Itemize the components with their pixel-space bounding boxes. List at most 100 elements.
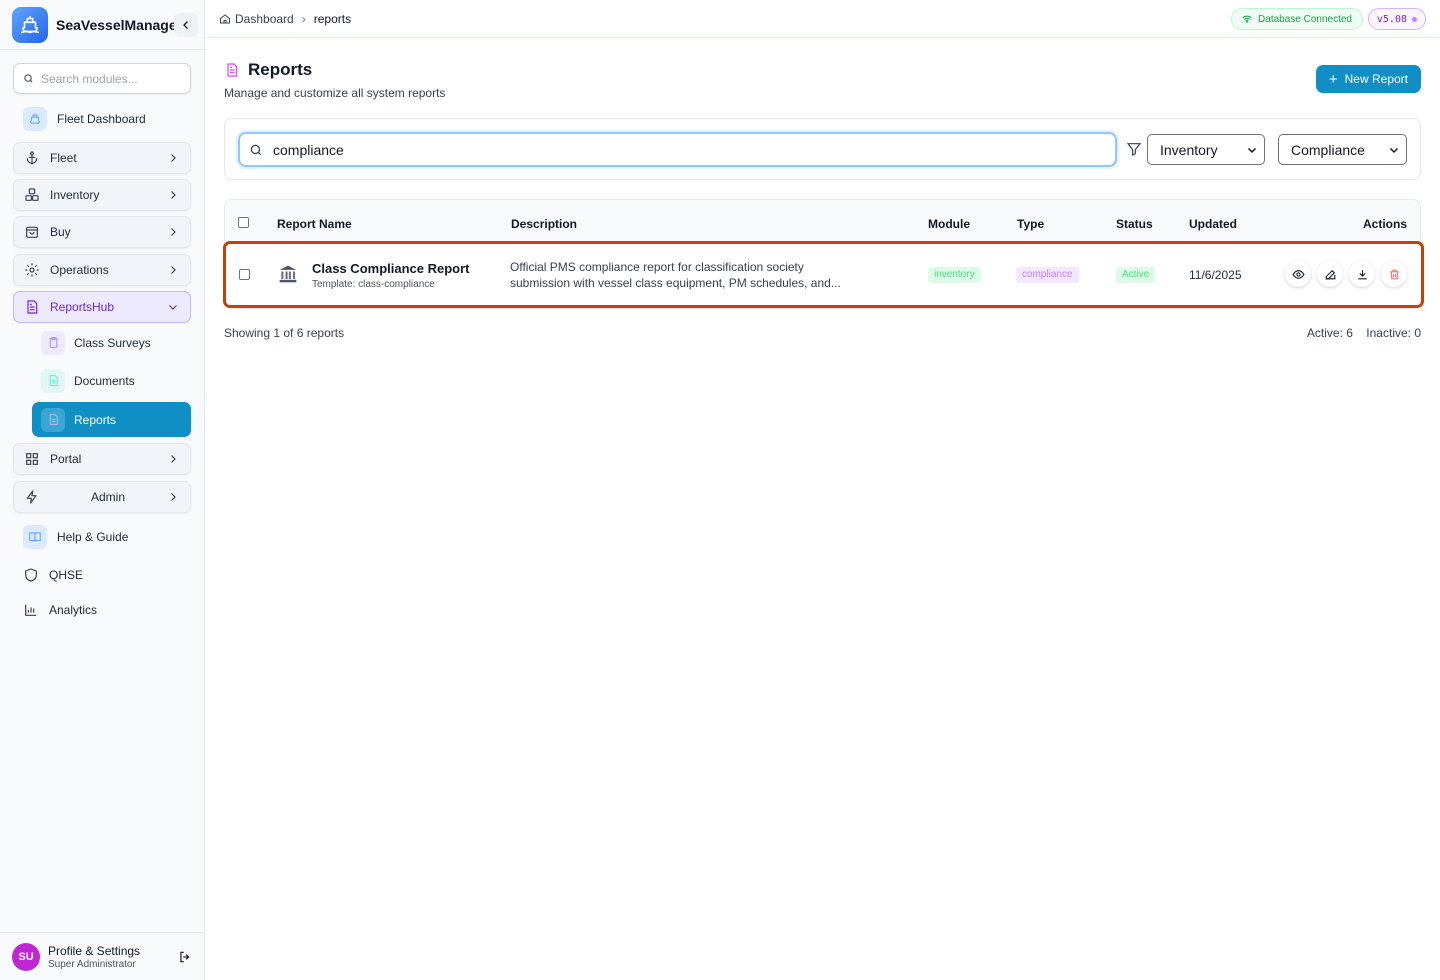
chevron-right-icon <box>166 263 180 277</box>
sidebar-subitem-reports[interactable]: Reports <box>32 402 191 437</box>
ship-icon <box>23 107 47 131</box>
sidebar-subitem-label: Reports <box>74 412 117 427</box>
profile-role: Super Administrator <box>48 958 136 970</box>
report-description: Official PMS compliance report for class… <box>510 260 841 290</box>
filter-icon <box>1126 143 1142 156</box>
sidebar-item-label: Inventory <box>50 188 100 202</box>
database-status-badge: Database Connected <box>1231 8 1363 30</box>
sidebar-subitem-class-surveys[interactable]: Class Surveys <box>32 325 191 360</box>
type-select-value: Compliance <box>1291 141 1365 158</box>
row-checkbox[interactable] <box>239 269 250 280</box>
avatar: SU <box>12 942 40 971</box>
sidebar-item-admin[interactable]: Admin <box>13 481 191 513</box>
breadcrumb-home-link[interactable]: Dashboard <box>235 12 294 26</box>
cart-icon <box>26 226 38 238</box>
column-header-status[interactable]: Status <box>1116 217 1153 231</box>
column-header-updated[interactable]: Updated <box>1189 217 1237 231</box>
sidebar-item-fleet[interactable]: Fleet <box>13 142 191 174</box>
edit-button[interactable] <box>1317 261 1343 287</box>
sidebar-item-label: Fleet Dashboard <box>57 112 146 126</box>
profile-name: Profile & Settings <box>48 943 141 958</box>
plus-icon: + <box>1328 70 1338 88</box>
file-icon <box>41 368 65 393</box>
sidebar-subitem-documents[interactable]: Documents <box>32 363 191 398</box>
chevron-right-icon <box>166 225 180 239</box>
ship-logo-icon <box>12 6 48 43</box>
module-search-input[interactable] <box>41 71 181 86</box>
chevron-down-icon <box>1247 147 1257 153</box>
sidebar-subitem-label: Documents <box>74 373 135 388</box>
sidebar-item-label: QHSE <box>49 568 84 582</box>
table-row[interactable]: Class Compliance Report Template: class-… <box>223 241 1424 308</box>
sidebar-item-buy[interactable]: Buy <box>13 216 191 248</box>
chevron-left-icon <box>183 21 188 29</box>
sidebar-item-reportshub[interactable]: ReportsHub <box>13 291 191 323</box>
report-template: Template: class-compliance <box>312 279 435 290</box>
brand: SeaVesselManager <box>0 0 204 50</box>
inactive-count: Inactive: 0 <box>1366 326 1421 340</box>
breadcrumb-separator-icon: › <box>301 11 306 26</box>
sidebar-item-fleet-dashboard[interactable]: Fleet Dashboard <box>13 103 191 135</box>
download-icon <box>1357 269 1367 279</box>
sidebar-item-label: Operations <box>50 263 109 277</box>
sidebar-item-operations[interactable]: Operations <box>13 254 191 286</box>
shield-icon <box>25 568 37 582</box>
profile-text: Profile & Settings Super Administrator <box>48 944 140 970</box>
column-header-description[interactable]: Description <box>511 217 577 231</box>
report-name[interactable]: Class Compliance Report <box>312 261 470 276</box>
logout-button[interactable] <box>173 945 197 969</box>
module-badge: inventory <box>928 266 981 283</box>
eye-icon <box>1291 269 1305 279</box>
bolt-icon <box>26 490 37 504</box>
profile-settings[interactable]: SU Profile & Settings Super Administrato… <box>0 932 205 980</box>
app-name: SeaVesselManager <box>56 16 183 33</box>
bank-icon <box>278 264 298 287</box>
column-header-report-name[interactable]: Report Name <box>277 217 352 231</box>
report-search[interactable] <box>238 132 1117 167</box>
edit-icon <box>1325 269 1335 279</box>
new-report-label: New Report <box>1344 72 1408 86</box>
collapse-sidebar-button[interactable] <box>174 13 198 37</box>
module-select[interactable]: Inventory <box>1147 134 1265 165</box>
type-select[interactable]: Compliance <box>1278 134 1407 165</box>
home-icon <box>220 13 230 23</box>
chevron-right-icon <box>166 490 180 504</box>
column-header-type[interactable]: Type <box>1017 217 1044 231</box>
download-button[interactable] <box>1349 261 1375 287</box>
sidebar-item-label: Portal <box>50 452 82 466</box>
report-search-input[interactable] <box>273 141 1093 158</box>
results-count: Showing 1 of 6 reports <box>224 326 345 340</box>
sidebar-item-label: Buy <box>50 225 71 239</box>
chevron-right-icon <box>166 452 180 466</box>
status-badge: Active <box>1116 266 1156 283</box>
active-count: Active: 6 <box>1306 326 1353 340</box>
new-report-button[interactable]: + New Report <box>1315 65 1421 93</box>
sidebar: SeaVesselManager Fleet Dashboard Fleet I… <box>0 0 205 980</box>
select-all-checkbox[interactable] <box>238 217 249 228</box>
status-summary: Active: 6 Inactive: 0 <box>1307 326 1421 340</box>
sidebar-item-portal[interactable]: Portal <box>13 443 191 475</box>
view-button[interactable] <box>1285 261 1311 287</box>
updated-date: 11/6/2025 <box>1189 268 1242 282</box>
sidebar-item-inventory[interactable]: Inventory <box>13 179 191 211</box>
reports-table: Report Name Description Module Type Stat… <box>223 199 1424 309</box>
breadcrumb-current: reports <box>313 11 352 26</box>
page-title: Reports <box>224 60 445 80</box>
sidebar-item-label: Analytics <box>49 603 98 617</box>
table-header: Report Name Description Module Type Stat… <box>225 200 1420 244</box>
module-search[interactable] <box>13 63 191 94</box>
sidebar-item-label: Admin <box>90 490 125 504</box>
type-badge-text: compliance <box>1016 266 1079 283</box>
column-header-module[interactable]: Module <box>928 217 970 231</box>
page-title-text: Reports <box>248 60 313 79</box>
sidebar-item-help-guide[interactable]: Help & Guide <box>13 521 191 553</box>
clipboard-icon <box>41 330 65 355</box>
boxes-icon <box>25 188 39 201</box>
grid-icon <box>26 453 38 465</box>
report-icon <box>41 407 65 432</box>
sidebar-item-qhse[interactable]: QHSE <box>13 559 191 591</box>
chevron-down-icon <box>1389 147 1399 153</box>
delete-button[interactable] <box>1381 261 1407 287</box>
sidebar-item-analytics[interactable]: Analytics <box>13 594 191 626</box>
bar-chart-icon <box>25 604 37 616</box>
